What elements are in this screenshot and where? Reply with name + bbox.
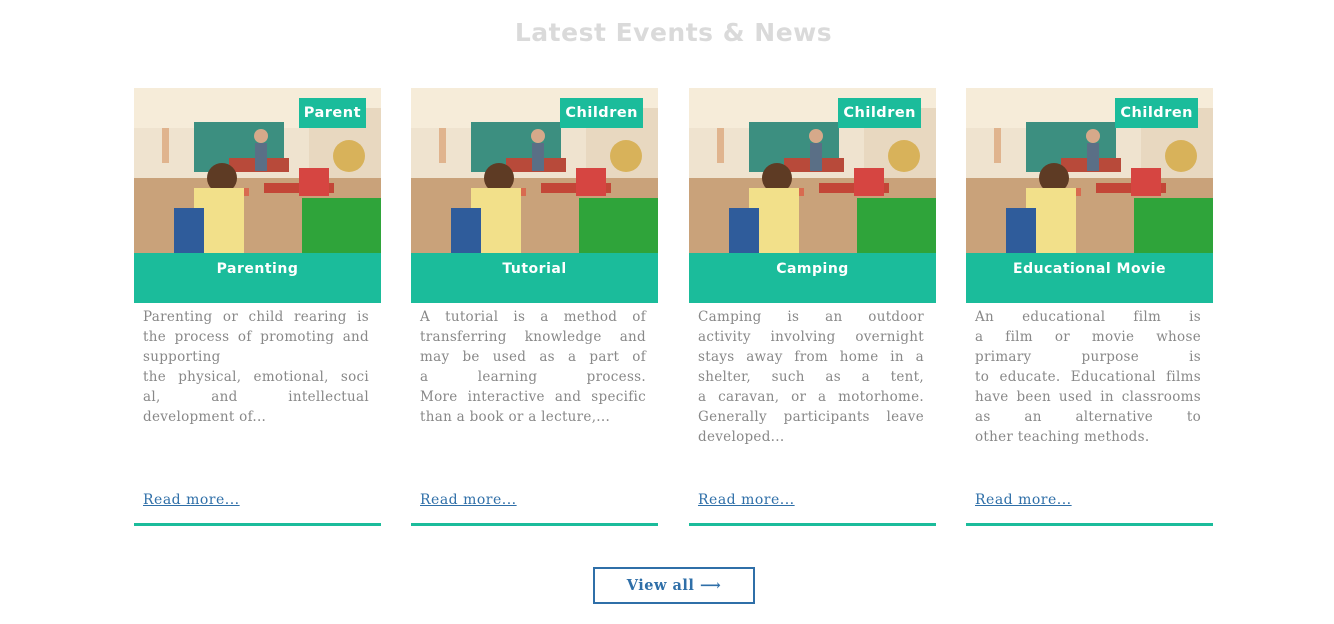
card-description: Parenting or child rearing is the proces… [143, 307, 369, 427]
card-underline [966, 523, 1213, 526]
desc-line: More interactive and specific [420, 389, 646, 405]
category-tag[interactable]: Parent [298, 98, 366, 128]
news-card: Parent Parenting Parenting or child rear… [134, 88, 381, 528]
view-all-label: View all [626, 577, 695, 594]
news-card: Children Camping Camping is an outdoor a… [689, 88, 936, 528]
desc-line: supporting [143, 349, 221, 365]
read-more-link[interactable]: Read more... [975, 492, 1072, 508]
desc-line: a caravan, or a motorhome. [698, 389, 924, 405]
card-title-bar[interactable]: Educational Movie [966, 253, 1213, 303]
card-title: Camping [776, 261, 849, 277]
desc-line: than a book or a lecture,... [420, 409, 611, 425]
desc-line: A tutorial is a method of [420, 309, 646, 325]
desc-line: activity involving overnight [698, 329, 924, 345]
arrow-right-icon: ⟶ [699, 577, 722, 594]
desc-line: a film or movie whose [975, 329, 1201, 345]
desc-line: the physical, emotional, soci [143, 369, 369, 385]
card-image[interactable]: Children [411, 88, 658, 253]
card-description: Camping is an outdoor activity involving… [698, 307, 924, 447]
desc-line: as an alternative to [975, 409, 1201, 425]
read-more-link[interactable]: Read more... [143, 492, 240, 508]
section-title: Latest Events & News [514, 18, 833, 47]
desc-line: Generally participants leave [698, 409, 924, 425]
desc-line: shelter, such as a tent, [698, 369, 924, 385]
news-card: Children Tutorial A tutorial is a method… [411, 88, 658, 528]
read-more-link[interactable]: Read more... [698, 492, 795, 508]
card-title-bar[interactable]: Camping [689, 253, 936, 303]
card-description: An educational film is a film or movie w… [975, 307, 1201, 447]
desc-line: development of... [143, 409, 267, 425]
desc-line: the process of promoting and [143, 329, 369, 345]
category-tag[interactable]: Children [560, 98, 643, 128]
card-title: Tutorial [502, 261, 567, 277]
desc-line: a learning process. [420, 369, 646, 385]
desc-line: stays away from home in a [698, 349, 924, 365]
desc-line: Camping is an outdoor [698, 309, 924, 325]
card-underline [134, 523, 381, 526]
card-underline [689, 523, 936, 526]
desc-line: other teaching methods. [975, 429, 1150, 445]
desc-line: may be used as a part of [420, 349, 646, 365]
category-tag[interactable]: Children [838, 98, 921, 128]
desc-line: primary purpose is [975, 349, 1201, 365]
card-image[interactable]: Parent [134, 88, 381, 253]
desc-line: developed... [698, 429, 785, 445]
news-card: Children Educational Movie An educationa… [966, 88, 1213, 528]
view-all-button[interactable]: View all ⟶ [593, 567, 755, 604]
card-title-bar[interactable]: Parenting [134, 253, 381, 303]
card-title-bar[interactable]: Tutorial [411, 253, 658, 303]
card-title: Parenting [216, 261, 299, 277]
card-image[interactable]: Children [689, 88, 936, 253]
card-underline [411, 523, 658, 526]
desc-line: have been used in classrooms [975, 389, 1201, 405]
desc-line: al, and intellectual [143, 389, 369, 405]
card-description: A tutorial is a method of transferring k… [420, 307, 646, 427]
desc-line: An educational film is [975, 309, 1201, 325]
desc-line: Parenting or child rearing is [143, 309, 369, 325]
desc-line: to educate. Educational films [975, 369, 1201, 385]
read-more-link[interactable]: Read more... [420, 492, 517, 508]
desc-line: transferring knowledge and [420, 329, 646, 345]
category-tag[interactable]: Children [1115, 98, 1198, 128]
card-title: Educational Movie [1013, 261, 1166, 277]
card-image[interactable]: Children [966, 88, 1213, 253]
